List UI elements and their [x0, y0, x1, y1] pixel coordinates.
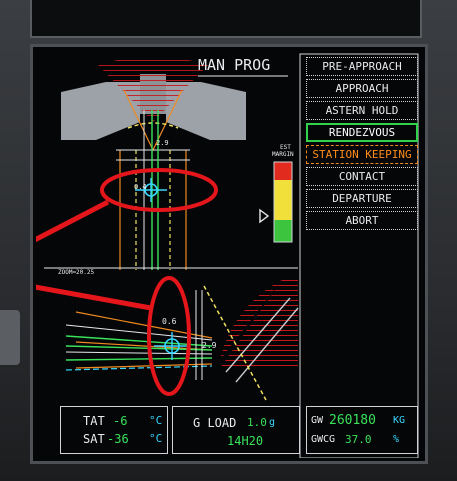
temperature-panel: TAT -6 °C SAT -36 °C	[60, 406, 168, 454]
sat-unit: °C	[149, 432, 163, 445]
contact-lines	[116, 149, 190, 161]
menu-item-pre-approach[interactable]: PRE-APPROACH	[306, 57, 418, 76]
annotation-pointer-upper	[36, 199, 110, 243]
page-title: MAN PROG	[198, 56, 271, 74]
menu-item-abort[interactable]: ABORT	[306, 211, 418, 230]
range-value: 2.9	[156, 139, 169, 147]
menu-item-contact[interactable]: CONTACT	[306, 167, 418, 186]
gwcg-unit: %	[393, 434, 400, 445]
menu-item-astern-hold[interactable]: ASTERN HOLD	[306, 101, 418, 120]
gload-panel: G LOAD 1.0 g 14H20	[172, 406, 300, 454]
tat-label: TAT	[83, 414, 105, 428]
target-value: 0.4	[134, 183, 147, 191]
menu-item-departure[interactable]: DEPARTURE	[306, 189, 418, 208]
gw-label: GW	[311, 415, 324, 426]
gload-value: 1.0	[247, 416, 267, 429]
receiver-symbol-zoom	[154, 332, 190, 360]
annotation-pointer-lower	[36, 284, 152, 311]
zoom-value-right: 2.9	[202, 341, 217, 350]
tat-value: -6	[113, 414, 128, 428]
menu-item-approach[interactable]: APPROACH	[306, 79, 418, 98]
gload-label: G LOAD	[193, 416, 237, 430]
time-value: 14H20	[227, 434, 264, 448]
margin-pointer-icon	[259, 208, 270, 224]
sat-label: SAT	[83, 432, 105, 446]
margin-title-line2: MARGIN	[272, 151, 294, 158]
menu-item-rendezvous[interactable]: RENDEZVOUS	[306, 123, 418, 142]
weight-panel: GW 260180 KG GWCG 37.0 %	[306, 406, 418, 454]
margin-gauge	[259, 161, 293, 243]
tat-unit: °C	[149, 414, 163, 427]
phase-menu: PRE-APPROACH APPROACH ASTERN HOLD RENDEZ…	[306, 57, 418, 233]
gw-value: 260180	[329, 413, 376, 428]
gwcg-value: 37.0	[345, 433, 372, 446]
gload-unit: g	[269, 417, 276, 428]
upper-display	[30, 0, 422, 38]
gwcg-label: GWCG	[311, 434, 336, 445]
gw-unit: KG	[393, 415, 406, 426]
zoom-label: ZOOM=20.25	[58, 269, 95, 276]
zoom-value-upper: 0.6	[162, 317, 177, 326]
mount-bracket	[0, 310, 20, 365]
sat-value: -36	[107, 432, 129, 446]
menu-item-station-keeping[interactable]: STATION KEEPING	[306, 145, 418, 164]
